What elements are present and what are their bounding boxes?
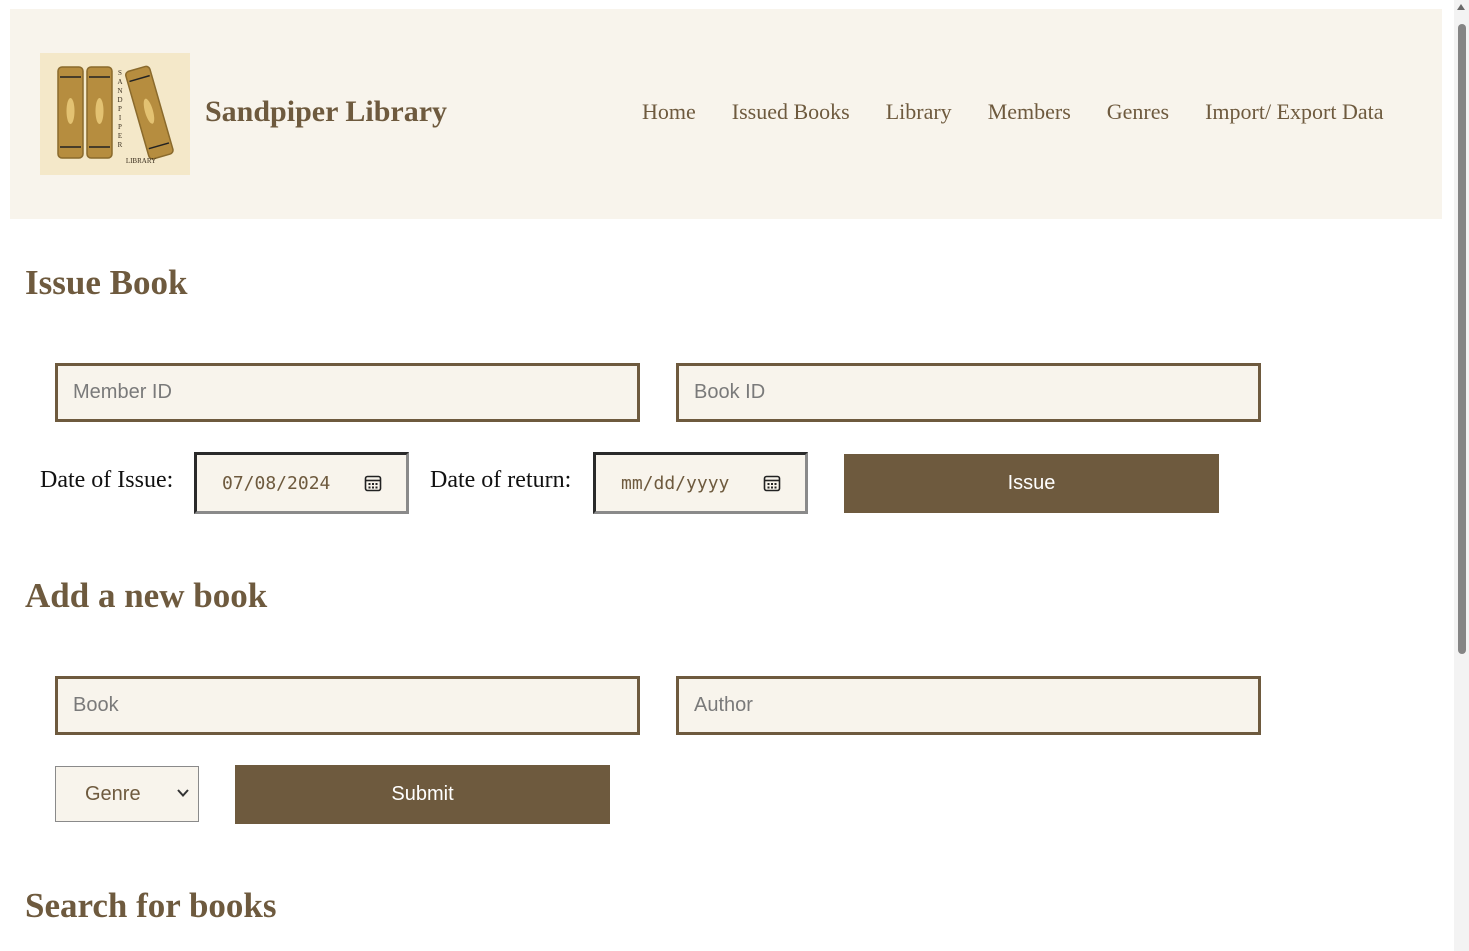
return-date-placeholder: mm/dd/yyyy xyxy=(621,472,730,494)
return-date-field[interactable]: mm/dd/yyyy xyxy=(593,452,808,514)
genre-select-value: Genre xyxy=(85,782,141,805)
svg-text:A: A xyxy=(117,78,122,86)
site-title[interactable]: Sandpiper Library xyxy=(205,95,447,129)
main-nav: Home Issued Books Library Members Genres… xyxy=(642,99,1384,125)
svg-text:P: P xyxy=(118,105,122,113)
scroll-thumb[interactable] xyxy=(1458,24,1466,654)
nav-home[interactable]: Home xyxy=(642,99,696,125)
issue-date-label: Date of Issue: xyxy=(40,467,174,493)
svg-text:LIBRARY: LIBRARY xyxy=(126,157,156,165)
issue-date-value: 07/08/2024 xyxy=(222,472,331,494)
issue-button[interactable]: Issue xyxy=(844,454,1219,513)
svg-text:S: S xyxy=(118,69,122,77)
nav-genres[interactable]: Genres xyxy=(1107,99,1169,125)
nav-import-export[interactable]: Import/ Export Data xyxy=(1205,99,1383,125)
member-id-input[interactable] xyxy=(55,363,640,422)
svg-text:E: E xyxy=(118,132,122,140)
nav-members[interactable]: Members xyxy=(988,99,1071,125)
add-book-heading: Add a new book xyxy=(25,576,268,615)
scroll-up-arrow-icon[interactable] xyxy=(1457,4,1465,10)
svg-text:D: D xyxy=(117,96,122,104)
calendar-icon[interactable] xyxy=(364,474,382,492)
calendar-icon[interactable] xyxy=(763,474,781,492)
return-date-label: Date of return: xyxy=(430,467,572,493)
nav-library[interactable]: Library xyxy=(886,99,952,125)
library-logo[interactable]: SAN DPI PER LIBRARY xyxy=(40,53,190,175)
page-scrollbar[interactable] xyxy=(1454,0,1469,951)
svg-text:P: P xyxy=(118,123,122,131)
site-header: SAN DPI PER LIBRARY Sandpiper Library Ho… xyxy=(10,9,1442,219)
books-logo-icon: SAN DPI PER LIBRARY xyxy=(57,65,174,165)
genre-select[interactable]: Genre xyxy=(55,766,199,822)
issue-book-heading: Issue Book xyxy=(25,263,188,302)
author-input[interactable] xyxy=(676,676,1261,735)
book-title-input[interactable] xyxy=(55,676,640,735)
issue-date-field[interactable]: 07/08/2024 xyxy=(194,452,409,514)
search-books-heading: Search for books xyxy=(25,886,277,925)
svg-text:N: N xyxy=(117,87,122,95)
chevron-down-icon xyxy=(177,789,189,797)
nav-issued-books[interactable]: Issued Books xyxy=(732,99,850,125)
book-id-input[interactable] xyxy=(676,363,1261,422)
submit-button[interactable]: Submit xyxy=(235,765,610,824)
svg-text:R: R xyxy=(118,141,123,149)
svg-text:I: I xyxy=(119,114,122,122)
